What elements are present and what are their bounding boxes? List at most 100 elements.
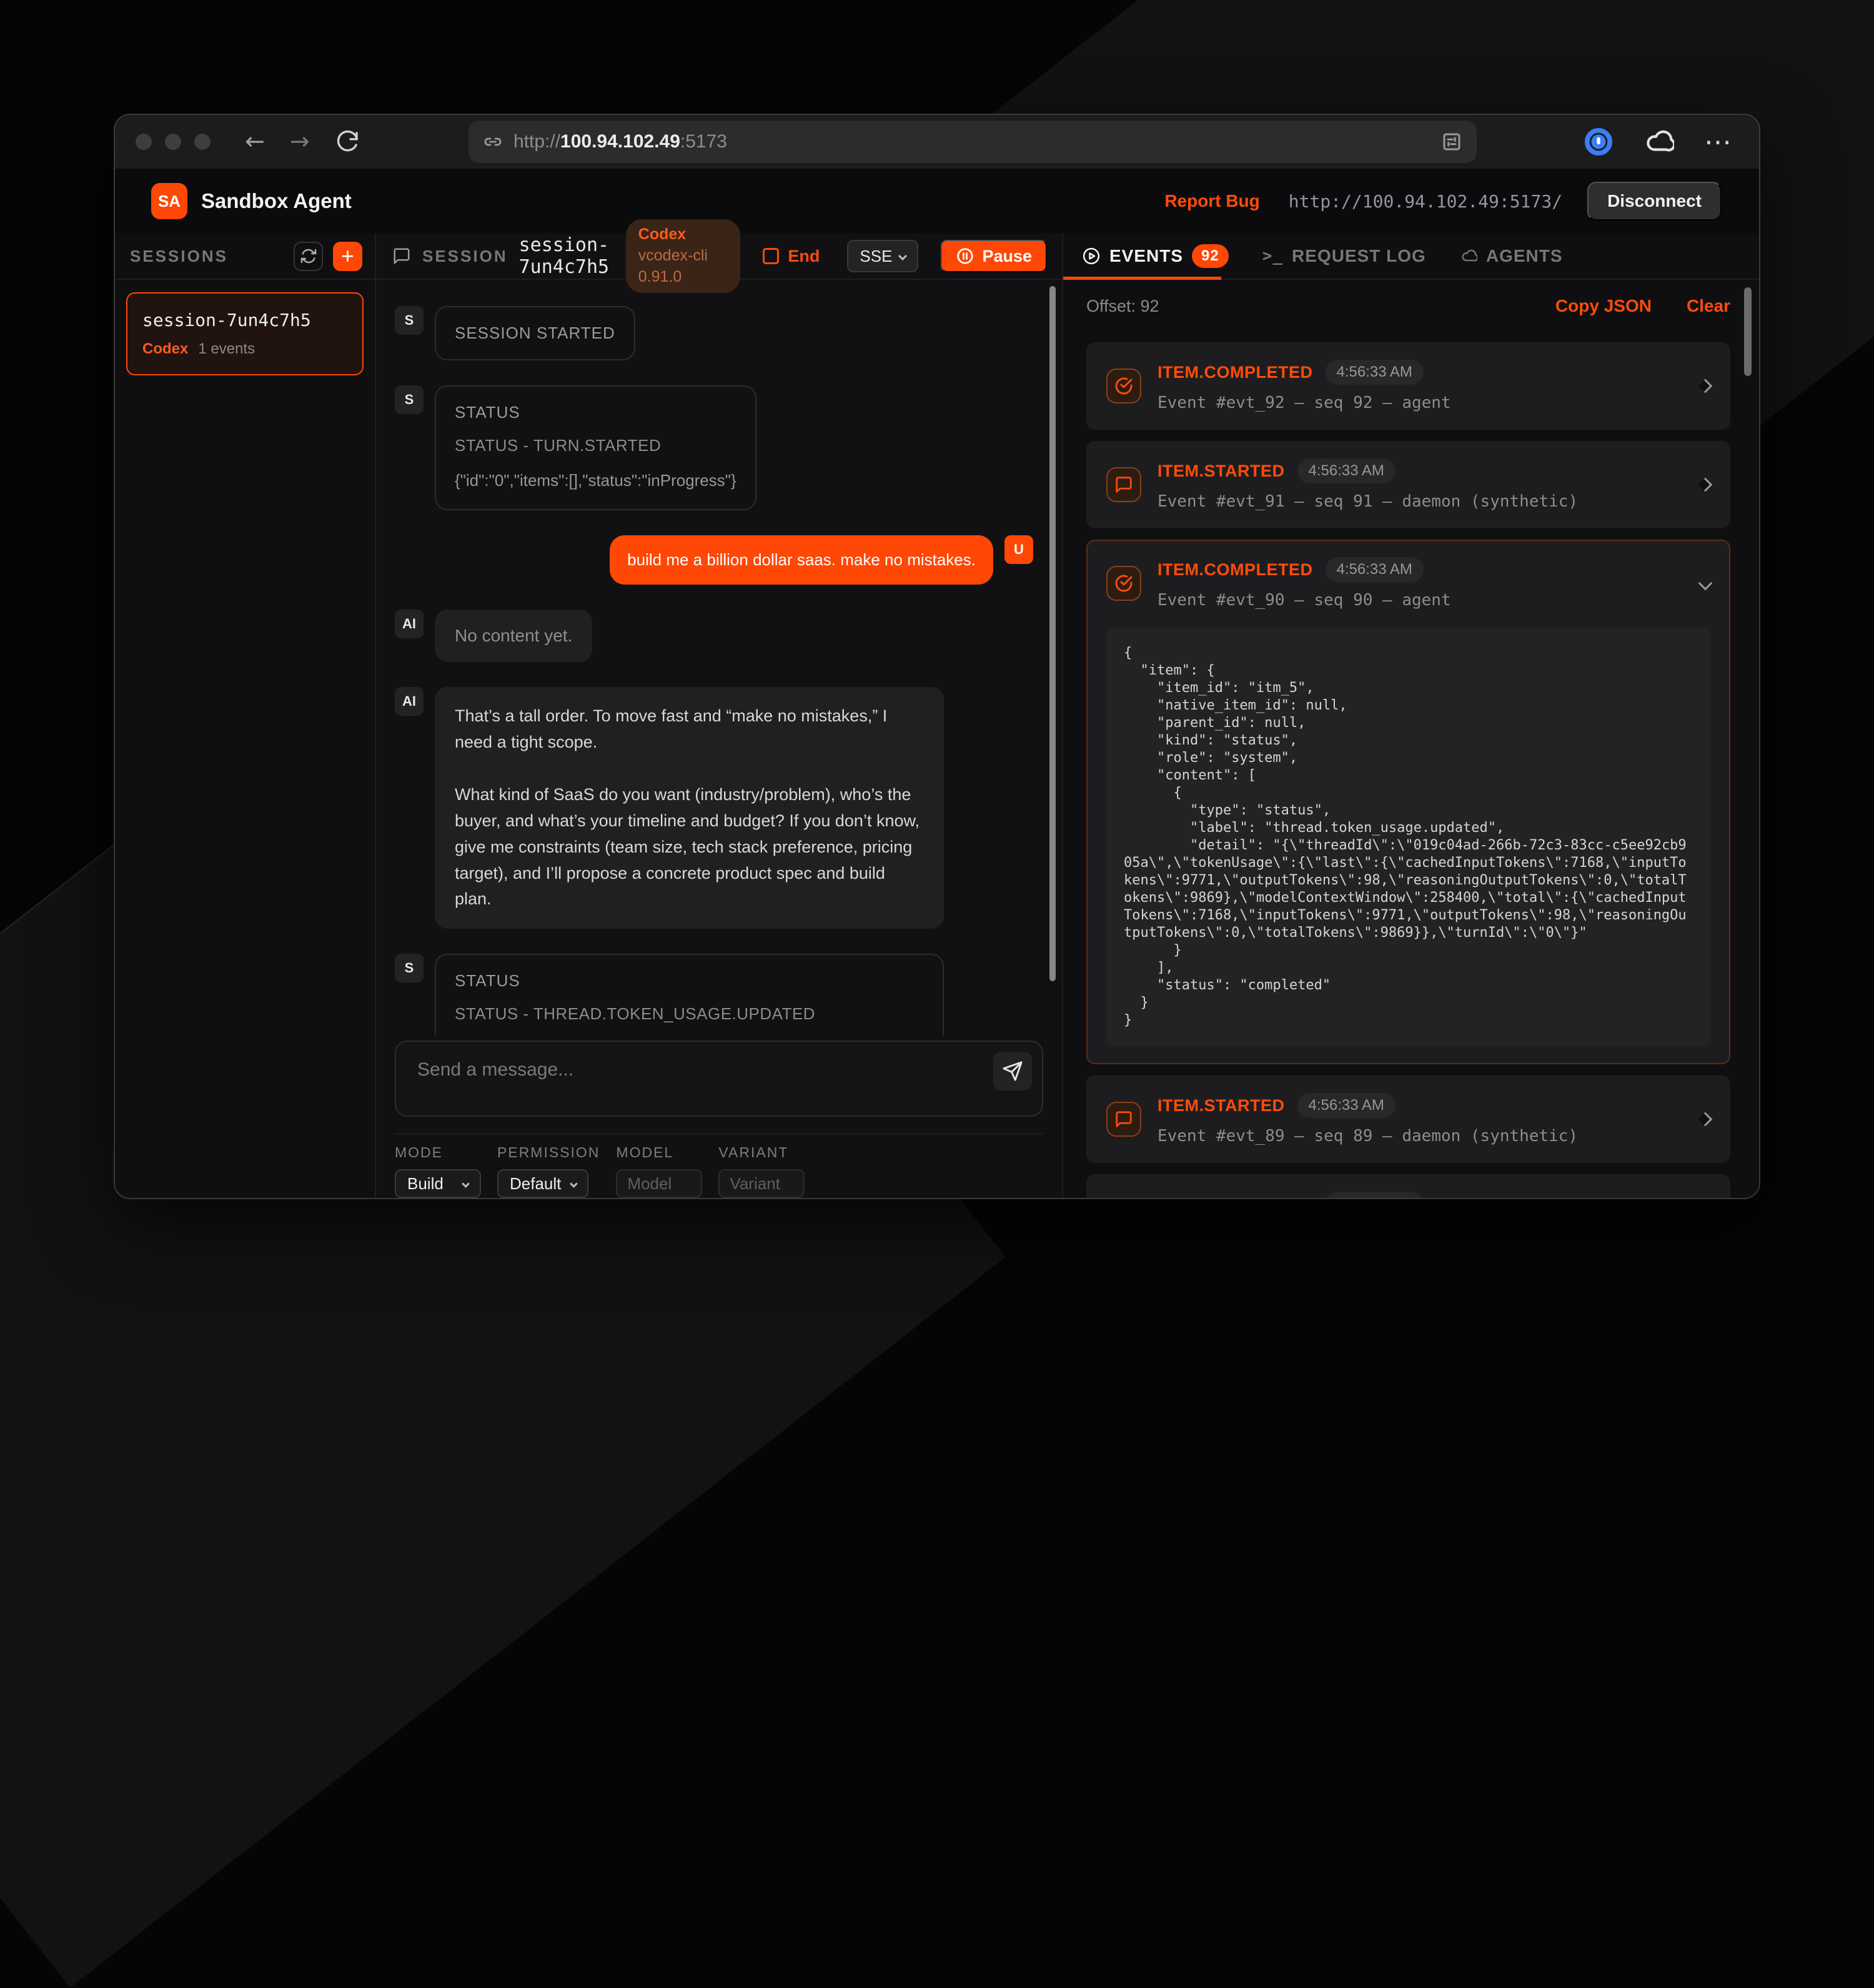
event-type: ITEM.STARTED bbox=[1158, 462, 1285, 481]
session-item-name: session-7un4c7h5 bbox=[142, 310, 347, 330]
reader-settings-icon[interactable] bbox=[1440, 131, 1463, 153]
event-type: ITEM.COMPLETED bbox=[1158, 560, 1313, 580]
plus-icon: + bbox=[341, 243, 354, 269]
tab-agents[interactable]: AGENTS bbox=[1460, 246, 1563, 266]
tab-request-log-label: REQUEST LOG bbox=[1292, 246, 1426, 266]
play-circle-icon bbox=[1082, 247, 1101, 265]
address-bar[interactable]: http://100.94.102.49:5173 bbox=[468, 121, 1477, 163]
event-card[interactable]: ITEM.STARTED 4:56:33 AM Event #evt_89 — … bbox=[1086, 1076, 1730, 1163]
avatar: S bbox=[395, 306, 424, 335]
session-label: SESSION bbox=[422, 247, 508, 266]
app-title: Sandbox Agent bbox=[201, 189, 352, 213]
session-item-event-count: 1 events bbox=[198, 340, 255, 358]
refresh-sessions-button[interactable] bbox=[294, 242, 323, 271]
copy-json-button[interactable]: Copy JSON bbox=[1555, 296, 1652, 316]
chat-message: S STATUS STATUS - THREAD.TOKEN_USAGE.UPD… bbox=[395, 954, 1033, 1036]
sessions-sidebar: SESSIONS + session-7un4c7h5 Codex 1 even… bbox=[115, 234, 376, 1198]
maximize-window-button[interactable] bbox=[194, 134, 211, 150]
bubble-text: No content yet. bbox=[455, 626, 572, 646]
avatar: S bbox=[395, 385, 424, 414]
server-url: http://100.94.102.49:5173/ bbox=[1289, 191, 1562, 212]
chat-message: S SESSION STARTED bbox=[395, 306, 1033, 360]
permission-select[interactable]: Default bbox=[497, 1169, 588, 1198]
chat-message: AI No content yet. bbox=[395, 610, 1033, 662]
disconnect-button[interactable]: Disconnect bbox=[1587, 182, 1722, 220]
event-time: 4:56:33 AM bbox=[1326, 557, 1424, 582]
browser-toolbar: ← → http://100.94.102.49:5173 ⋯ bbox=[115, 115, 1759, 169]
cloud-icon bbox=[1460, 247, 1477, 265]
tab-events-label: EVENTS bbox=[1109, 246, 1183, 266]
event-card-expanded[interactable]: ITEM.COMPLETED 4:56:33 AM Event #evt_90 … bbox=[1086, 540, 1730, 1064]
session-list-item[interactable]: session-7un4c7h5 Codex 1 events bbox=[126, 292, 364, 375]
events-offset: Offset: 92 bbox=[1086, 297, 1159, 316]
session-controls: MODE Build PERMISSION Default MODEL bbox=[376, 1134, 1062, 1198]
bubble-title: STATUS bbox=[455, 971, 924, 991]
chat-message-list: S SESSION STARTED S STATUS STATUS - TURN… bbox=[376, 280, 1062, 1036]
transport-value: SSE bbox=[860, 247, 892, 266]
reload-icon[interactable] bbox=[335, 129, 360, 154]
app-header: SA Sandbox Agent Report Bug http://100.9… bbox=[115, 169, 1759, 234]
variant-label: VARIANT bbox=[718, 1144, 805, 1161]
sessions-header: SESSIONS + bbox=[115, 234, 375, 280]
variant-input[interactable] bbox=[718, 1169, 805, 1198]
event-time: 4:56:33 AM bbox=[1297, 1093, 1396, 1118]
pause-button[interactable]: Pause bbox=[941, 240, 1047, 272]
model-input[interactable] bbox=[616, 1169, 702, 1198]
event-time: 4:56:33 AM bbox=[1297, 458, 1396, 483]
mode-select[interactable]: Build bbox=[395, 1169, 481, 1198]
message-input[interactable] bbox=[396, 1042, 1042, 1115]
event-card[interactable]: ITEM.STARTED 4:56:33 AM Event #evt_91 — … bbox=[1086, 441, 1730, 528]
bubble-subtitle: STATUS - TURN.STARTED bbox=[455, 436, 736, 455]
events-scrollbar[interactable] bbox=[1744, 287, 1752, 376]
stop-square-icon bbox=[763, 248, 779, 264]
tab-agents-label: AGENTS bbox=[1486, 246, 1563, 266]
status-bubble: STATUS STATUS - THREAD.TOKEN_USAGE.UPDAT… bbox=[435, 954, 944, 1036]
end-session-button[interactable]: End bbox=[763, 247, 820, 266]
chat-scrollbar[interactable] bbox=[1049, 286, 1056, 981]
forward-icon[interactable]: → bbox=[290, 129, 310, 154]
event-json-payload: { "item": { "item_id": "itm_5", "native_… bbox=[1106, 627, 1710, 1047]
terminal-icon: >_ bbox=[1262, 247, 1283, 265]
event-card[interactable]: ITEM.COMPLETED 4:56:33 AM Event #evt_88 … bbox=[1086, 1174, 1730, 1198]
clear-events-button[interactable]: Clear bbox=[1687, 296, 1730, 316]
event-card[interactable]: ITEM.COMPLETED 4:56:33 AM Event #evt_92 … bbox=[1086, 342, 1730, 430]
event-time: 4:56:33 AM bbox=[1326, 360, 1424, 385]
event-type: ITEM.COMPLETED bbox=[1158, 1195, 1313, 1199]
chevron-right-icon bbox=[1698, 1112, 1713, 1127]
event-time: 4:56:33 AM bbox=[1326, 1192, 1424, 1198]
events-count-badge: 92 bbox=[1192, 244, 1229, 268]
cloud-icon[interactable] bbox=[1643, 126, 1674, 157]
chevron-down-icon bbox=[1698, 576, 1713, 591]
events-tabs: EVENTS 92 >_ REQUEST LOG AGENTS bbox=[1063, 234, 1759, 280]
check-circle-icon bbox=[1106, 368, 1141, 403]
avatar: AI bbox=[395, 610, 424, 638]
new-session-button[interactable]: + bbox=[333, 242, 362, 271]
event-summary: Event #evt_91 — seq 91 — daemon (synthet… bbox=[1158, 492, 1684, 511]
report-bug-link[interactable]: Report Bug bbox=[1164, 191, 1259, 211]
onepassword-icon[interactable] bbox=[1584, 127, 1613, 156]
bubble-paragraph: That’s a tall order. To move fast and “m… bbox=[455, 703, 924, 756]
minimize-window-button[interactable] bbox=[165, 134, 181, 150]
bubble-title: STATUS bbox=[455, 403, 736, 422]
refresh-icon bbox=[300, 247, 317, 265]
ai-bubble: That’s a tall order. To move fast and “m… bbox=[435, 687, 944, 929]
transport-select[interactable]: SSE bbox=[847, 240, 918, 272]
event-summary: Event #evt_89 — seq 89 — daemon (synthet… bbox=[1158, 1127, 1684, 1145]
browser-menu-icon[interactable]: ⋯ bbox=[1704, 126, 1734, 158]
session-panel: SESSION session-7un4c7h5 Codex vcodex-cl… bbox=[376, 234, 1063, 1198]
tab-request-log[interactable]: >_ REQUEST LOG bbox=[1262, 246, 1426, 266]
session-name: session-7un4c7h5 bbox=[519, 234, 615, 278]
close-window-button[interactable] bbox=[136, 134, 152, 150]
permission-value: Default bbox=[510, 1174, 561, 1194]
bubble-title: SESSION STARTED bbox=[455, 324, 615, 343]
bubble-paragraph: What kind of SaaS do you want (industry/… bbox=[455, 782, 924, 912]
bubble-subtitle: STATUS - THREAD.TOKEN_USAGE.UPDATED bbox=[455, 1004, 924, 1024]
chat-message: S STATUS STATUS - TURN.STARTED {"id":"0"… bbox=[395, 385, 1033, 510]
send-button[interactable] bbox=[993, 1052, 1032, 1090]
tab-events[interactable]: EVENTS 92 bbox=[1082, 244, 1229, 268]
events-panel: EVENTS 92 >_ REQUEST LOG AGENTS Offse bbox=[1063, 234, 1759, 1198]
check-circle-icon bbox=[1106, 566, 1141, 601]
chat-bubble-icon bbox=[392, 247, 411, 265]
message-composer bbox=[376, 1036, 1062, 1134]
back-icon[interactable]: ← bbox=[245, 129, 265, 154]
